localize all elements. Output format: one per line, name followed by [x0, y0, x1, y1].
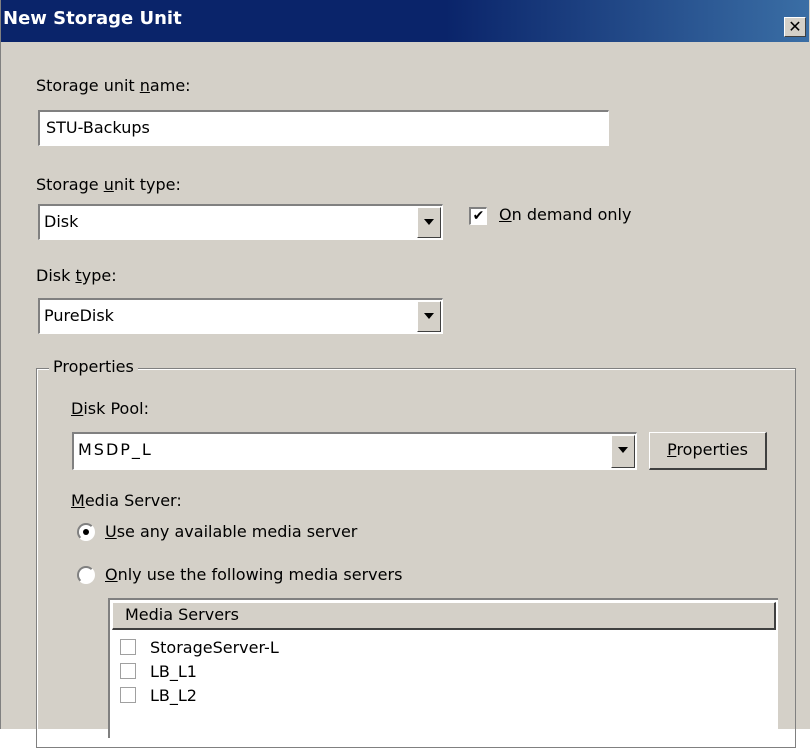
label-text: nly use the following media servers [117, 565, 403, 584]
chevron-down-icon[interactable] [417, 207, 441, 238]
server-checkbox[interactable] [120, 687, 136, 703]
label-text: isk Pool: [83, 399, 149, 418]
disk-type-value: PureDisk [44, 306, 114, 325]
server-checkbox[interactable] [120, 639, 136, 655]
server-name: LB_L2 [150, 686, 197, 705]
close-button[interactable]: ✕ [784, 17, 806, 37]
chevron-down-icon[interactable] [417, 301, 441, 332]
chevron-down-icon[interactable] [611, 435, 635, 468]
storage-unit-type-select[interactable]: Disk [38, 204, 443, 240]
use-any-media-server-label[interactable]: Use any available media server [105, 522, 357, 541]
label-accelerator: M [71, 491, 85, 510]
title-bar[interactable]: New Storage Unit ✕ [1, 0, 809, 42]
new-storage-unit-dialog: New Storage Unit ✕ Storage unit name: ST… [0, 0, 810, 748]
server-name: LB_L1 [150, 662, 197, 681]
use-any-media-server-radio[interactable] [77, 523, 95, 541]
label-accelerator: n [139, 76, 150, 95]
disk-pool-value: MSDP_L [78, 440, 153, 459]
storage-unit-type-value: Disk [44, 212, 79, 231]
storage-unit-type-label: Storage unit type: [36, 175, 181, 194]
media-servers-column-header[interactable]: Media Servers [112, 602, 776, 630]
label-accelerator: O [499, 205, 512, 224]
only-use-following-radio[interactable] [77, 566, 95, 584]
label-text: roperties [676, 440, 748, 459]
label-text: se any available media server [116, 522, 358, 541]
label-text: n demand only [511, 205, 632, 224]
disk-pool-select[interactable]: MSDP_L [72, 432, 637, 470]
close-icon: ✕ [788, 17, 802, 36]
properties-group-title: Properties [49, 357, 138, 376]
disk-pool-properties-button[interactable]: Properties [649, 432, 767, 470]
disk-type-select[interactable]: PureDisk [38, 298, 443, 334]
on-demand-only-label[interactable]: On demand only [499, 205, 631, 224]
label-accelerator: u [103, 175, 114, 194]
label-text: ype: [81, 266, 117, 285]
media-server-label: Media Server: [71, 491, 182, 510]
storage-unit-name-input[interactable]: STU-Backups [38, 110, 609, 146]
on-demand-only-checkbox[interactable]: ✔ [469, 207, 487, 225]
storage-unit-name-label: Storage unit name: [36, 76, 191, 95]
label-accelerator: D [71, 399, 84, 418]
dialog-title: New Storage Unit [3, 8, 182, 29]
label-text: Disk [36, 266, 76, 285]
media-servers-list[interactable]: Media Servers StorageServer-L LB_L1 LB_L… [108, 598, 778, 738]
label-text: nit type: [113, 175, 181, 194]
label-text: Storage [36, 175, 104, 194]
disk-pool-label: Disk Pool: [71, 399, 149, 418]
label-text: edia Server: [84, 491, 182, 510]
checkmark-icon: ✔ [472, 208, 485, 224]
label-accelerator: O [105, 565, 118, 584]
label-text: ame: [149, 76, 191, 95]
only-use-following-label[interactable]: Only use the following media servers [105, 565, 402, 584]
label-accelerator: U [105, 522, 117, 541]
label-text: Storage unit [36, 76, 140, 95]
server-name: StorageServer-L [150, 638, 279, 657]
disk-type-label: Disk type: [36, 266, 117, 285]
server-checkbox[interactable] [120, 663, 136, 679]
